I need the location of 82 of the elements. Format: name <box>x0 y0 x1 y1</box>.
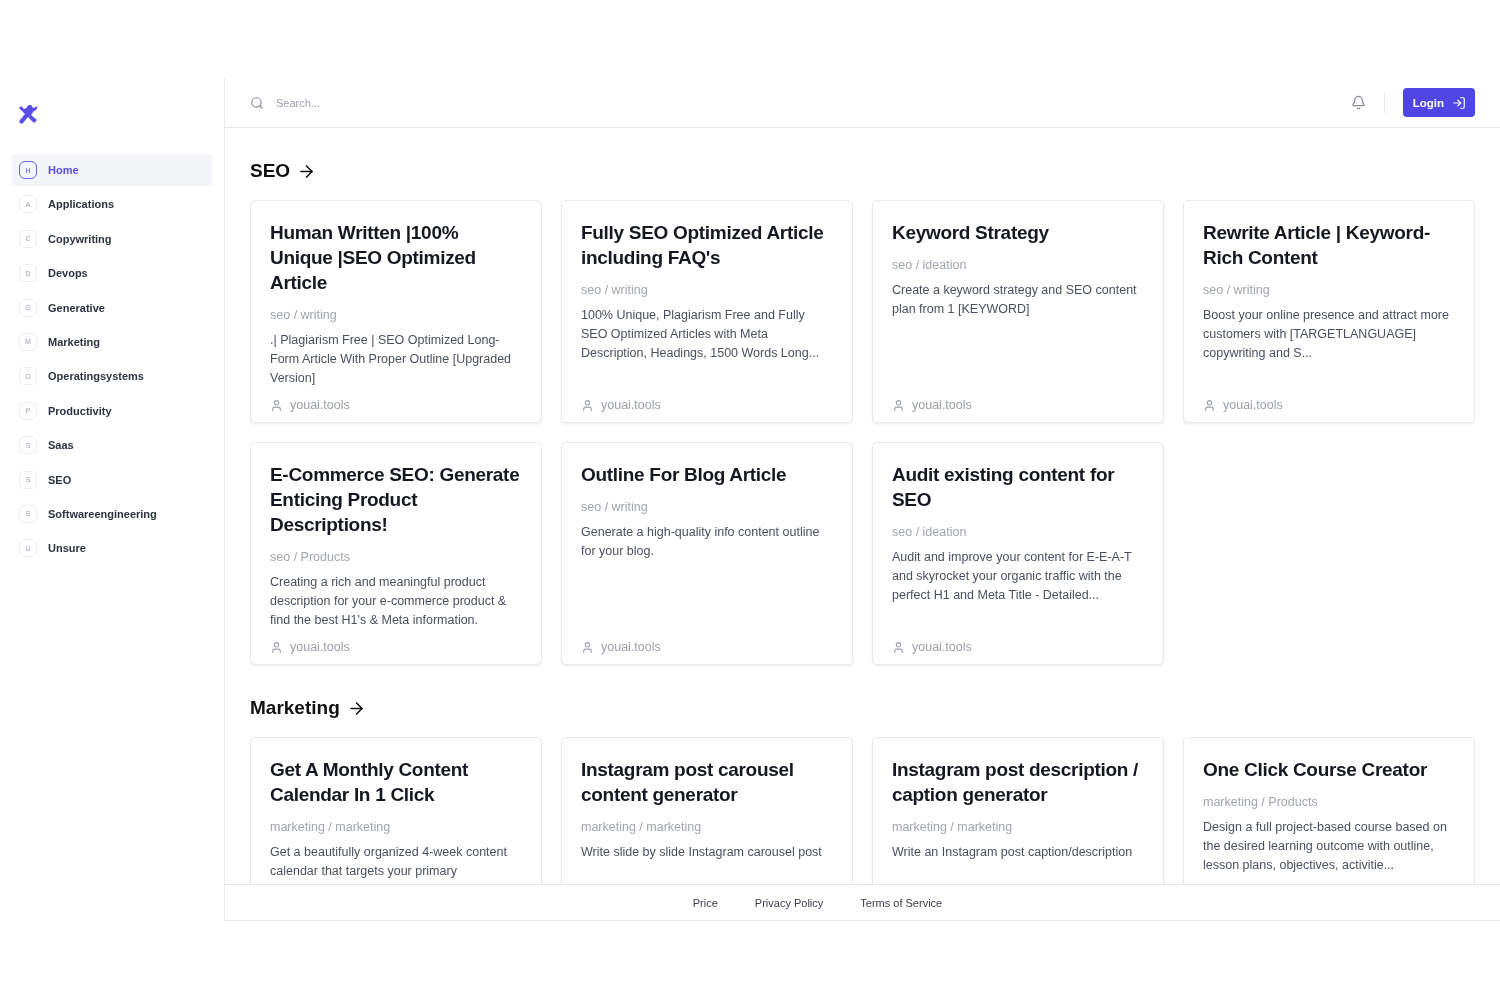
prompt-card[interactable]: One Click Course Creator marketing / Products Design a full project-based course based on the desired learning outcome with outline, lesson plans, objectives, activitie... <box>1183 737 1475 884</box>
search-icon <box>250 95 264 110</box>
sidebar-item-label: SEO <box>48 473 72 486</box>
card-title: Audit existing content for SEO <box>892 463 1116 512</box>
section-heading-link[interactable]: SEO <box>250 161 1475 181</box>
sidebar-item-label: Saas <box>48 439 74 452</box>
card-category: seo / ideation <box>892 258 968 272</box>
login-button[interactable]: Login <box>1402 88 1475 117</box>
section-title: SEO <box>250 160 291 182</box>
card-category: seo / writing <box>581 500 649 514</box>
tools-logo-icon <box>18 105 38 125</box>
card-category: seo / writing <box>581 283 649 297</box>
sidebar-item-label: Operatingsystems <box>48 370 144 383</box>
prompt-card[interactable]: Audit existing content for SEO seo / ideation Audit and improve your content for E-E-A-T and skyrocket your organic traffic with the perfect H1 and Meta Title - Detailed... youai.tools <box>872 442 1164 665</box>
card-description: Get a beautifully organized 4-week content calendar that targets your primary <box>270 844 508 880</box>
card-author: youai.tools <box>1223 398 1283 412</box>
card-category: seo / Products <box>270 550 351 564</box>
card-category: marketing / Products <box>1203 795 1319 809</box>
user-icon <box>581 398 594 412</box>
prompt-card[interactable]: Human Written |100% Unique |SEO Optimized Article seo / writing .| Plagiarism Free | SEO Optimized Long-Form Article With Proper Outline [Upgraded Version] youai.tools <box>250 200 542 423</box>
sidebar-item-label: Devops <box>48 267 88 280</box>
sidebar-item-label: Applications <box>48 198 114 211</box>
card-author: youai.tools <box>290 398 350 412</box>
user-icon <box>892 640 905 654</box>
card-title: One Click Course Creator <box>1203 758 1429 782</box>
card-category: seo / ideation <box>892 525 968 539</box>
user-icon <box>270 398 283 412</box>
card-title: Instagram post carousel content generator <box>581 758 795 807</box>
login-icon <box>1452 95 1466 110</box>
card-author: youai.tools <box>912 398 972 412</box>
card-author: youai.tools <box>601 398 661 412</box>
card-description: Write an Instagram post caption/description <box>892 844 1134 861</box>
sidebar-item-label: Marketing <box>48 335 100 348</box>
card-title: Keyword Strategy <box>892 221 1050 245</box>
prompt-card[interactable]: Keyword Strategy seo / ideation Create a keyword strategy and SEO content plan from 1 [KEYWORD] youai.tools <box>872 200 1164 423</box>
card-description: Generate a high-quality info content outline for your blog. <box>581 524 821 560</box>
sidebar-item-label: Generative <box>48 301 105 314</box>
card-description: Creating a rich and meaningful product description for your e-commerce product & find the best H1's & Meta information. <box>270 574 508 629</box>
footer-link[interactable]: Privacy Policy <box>754 896 824 909</box>
sidebar-item-label: Softwareengineering <box>48 507 157 520</box>
prompt-card[interactable]: Instagram post description / caption generator marketing / marketing Write an Instagram post caption/description <box>872 737 1164 884</box>
card-title: Human Written |100% Unique |SEO Optimized Article <box>270 221 477 295</box>
card-title: Instagram post description / caption generator <box>892 758 1140 807</box>
sidebar-item-label: Copywriting <box>48 232 112 245</box>
card-description: .| Plagiarism Free | SEO Optimized Long-Form Article With Proper Outline [Upgraded Version] <box>270 332 513 387</box>
card-description: Audit and improve your content for E-E-A-T and skyrocket your organic traffic with the perfect H1 and Meta Title - Detailed... <box>892 549 1133 604</box>
section-heading-link[interactable]: Marketing <box>250 698 1475 718</box>
prompt-card[interactable]: Rewrite Article | Keyword-Rich Content seo / writing Boost your online presence and attract more customers with [TARGETLANGUAGE] copywriting and S... youai.tools <box>1183 200 1475 423</box>
card-description: Create a keyword strategy and SEO content plan from 1 [KEYWORD] <box>892 282 1138 318</box>
section-title: Marketing <box>250 697 340 719</box>
card-description: 100% Unique, Plagiarism Free and Fully SEO Optimized Articles with Meta Description, Headings, 1500 Words Long... <box>581 307 821 362</box>
card-title: Rewrite Article | Keyword-Rich Content <box>1203 221 1431 270</box>
card-description: Boost your online presence and attract more customers with [TARGETLANGUAGE] copywriting and S... <box>1203 307 1450 362</box>
card-category: marketing / marketing <box>270 820 392 834</box>
footer-link[interactable]: Terms of Service <box>860 896 943 909</box>
prompt-card[interactable] <box>250 442 542 665</box>
card-title: E-Commerce SEO: Generate Enticing Product Descriptions! <box>270 463 521 537</box>
footer-link[interactable]: Price <box>692 896 718 909</box>
card-title: Get A Monthly Content Calendar In 1 Click <box>270 758 470 807</box>
card-category: marketing / marketing <box>892 820 1014 834</box>
card-category: marketing / marketing <box>581 820 703 834</box>
card-author: youai.tools <box>601 640 661 654</box>
card-title: Outline For Blog Article <box>581 463 788 487</box>
prompt-card[interactable]: Instagram post carousel content generator marketing / marketing Write slide by slide Instagram carousel post <box>561 737 853 884</box>
card-title: Fully SEO Optimized Article including FAQ's <box>581 221 825 270</box>
user-icon <box>270 640 283 654</box>
notification-bell-icon[interactable] <box>1350 95 1366 110</box>
card-author: youai.tools <box>912 640 972 654</box>
card-category: seo / writing <box>1203 283 1271 297</box>
prompt-card[interactable]: Outline For Blog Article seo / writing Generate a high-quality info content outline for your blog. youai.tools <box>561 442 853 665</box>
sidebar-item-label: Home <box>48 164 79 176</box>
card-description: Design a full project-based course based on the desired learning outcome with outline, lesson plans, objectives, activitie... <box>1203 819 1448 874</box>
prompt-card[interactable]: Get A Monthly Content Calendar In 1 Click marketing / marketing Get a beautifully organized 4-week content calendar that targets your primary <box>250 737 542 884</box>
user-icon <box>1203 398 1216 412</box>
card-author: youai.tools <box>290 640 350 654</box>
card-category: seo / writing <box>270 308 338 322</box>
card-description: Write slide by slide Instagram carousel post <box>581 844 823 861</box>
user-icon <box>581 640 594 654</box>
user-icon <box>892 398 905 412</box>
sidebar-item-label: Unsure <box>48 542 86 555</box>
sidebar-item-label: Productivity <box>48 404 112 417</box>
prompt-card[interactable]: Fully SEO Optimized Article including FAQ's seo / writing 100% Unique, Plagiarism Free and Fully SEO Optimized Articles with Meta Description, Headings, 1500 Words Long... youai.tools <box>561 200 853 423</box>
